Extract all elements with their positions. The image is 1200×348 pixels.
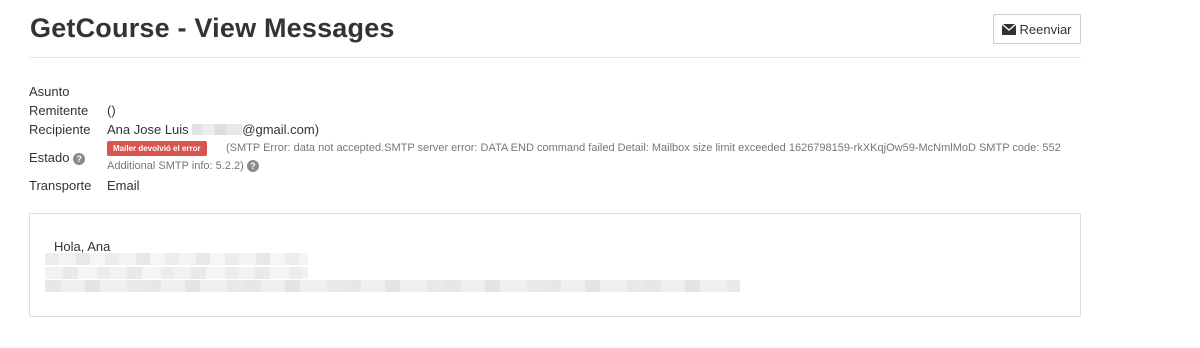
transport-label: Transporte	[29, 178, 92, 193]
redacted-message-text	[45, 253, 308, 265]
page-header: GetCourse - View Messages Reenviar	[29, 0, 1081, 58]
envelope-icon	[1002, 23, 1017, 35]
question-circle-icon[interactable]: ?	[73, 152, 86, 165]
message-body: Hola, Ana	[29, 213, 1081, 317]
sender-label: Remitente	[29, 103, 89, 118]
status-badge: Mailer devolvió el error	[107, 141, 207, 156]
view-messages-page: GetCourse - View Messages Reenviar Asunt…	[0, 0, 1200, 348]
status-label: Estado	[29, 150, 70, 165]
redacted-message-text	[45, 280, 740, 292]
question-circle-icon[interactable]: ?	[246, 160, 259, 173]
recipient-label: Recipiente	[29, 122, 91, 137]
redacted-message-text	[45, 267, 308, 279]
subject-label: Asunto	[29, 84, 70, 99]
redacted-email	[192, 124, 243, 135]
page-title: GetCourse - View Messages	[30, 13, 395, 43]
message-greeting: Hola, Ana	[54, 239, 111, 254]
transport-value: Email	[107, 178, 140, 193]
resend-button[interactable]: Reenviar	[993, 14, 1081, 44]
status-label-group: Estado ?	[29, 150, 86, 165]
recipient-email-suffix: @gmail.com)	[242, 122, 320, 137]
sender-value: ()	[107, 103, 116, 118]
resend-button-label: Reenviar	[1019, 21, 1072, 37]
status-error-text-continued: Additional SMTP info: 5.2.2) ?	[107, 160, 259, 173]
recipient-name: Ana Jose Luis	[107, 122, 189, 137]
status-error-text: (SMTP Error: data not accepted.SMTP serv…	[226, 142, 1061, 154]
status-error-additional: Additional SMTP info: 5.2.2)	[107, 160, 244, 172]
recipient-value: Ana Jose Luis @gmail.com)	[107, 122, 319, 137]
